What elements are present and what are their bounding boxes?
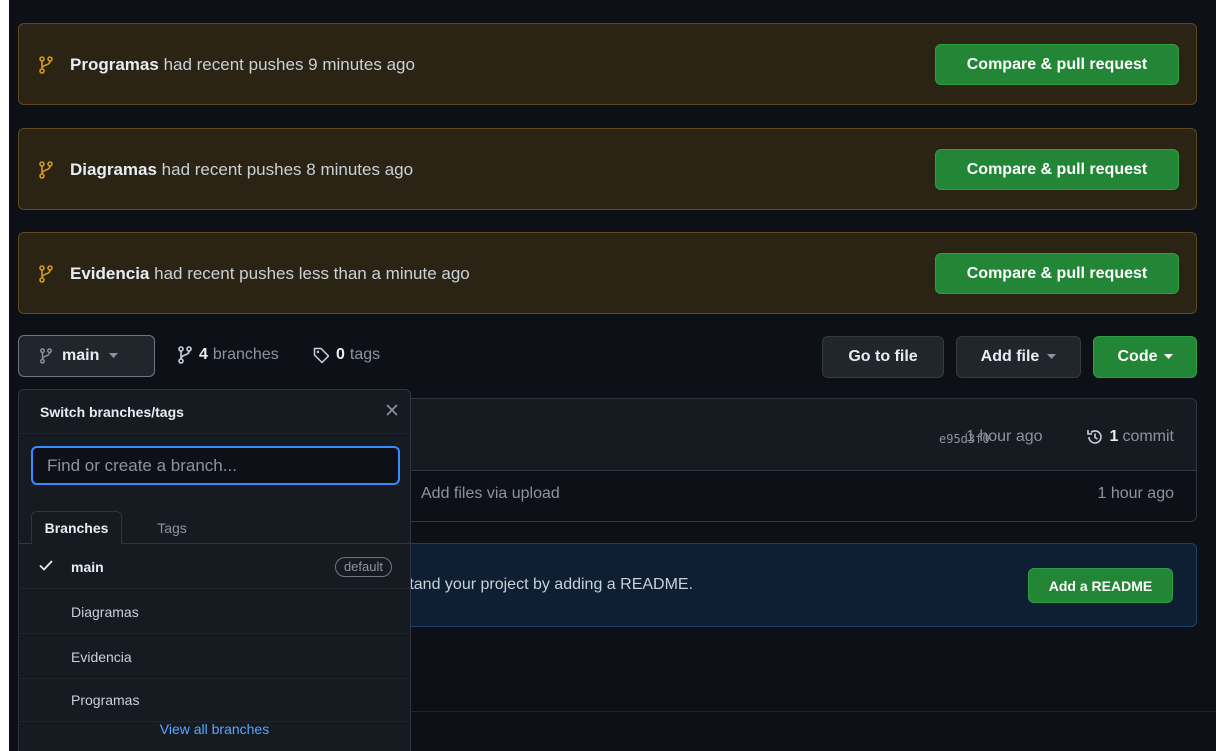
file-listing: e95d3f0 1 hour ago 1 commit Add files vi… [410, 398, 1197, 522]
branches-label: branches [212, 346, 279, 363]
commit-time: 1 hour ago [966, 428, 1043, 445]
banner-message: had recent pushes 8 minutes ago [161, 160, 414, 179]
branch-search-input[interactable] [31, 446, 400, 485]
git-branch-icon [38, 56, 54, 74]
recent-push-banner-diagramas: Diagramas had recent pushes 8 minutes ag… [18, 128, 1197, 210]
git-branch-icon [177, 346, 193, 364]
branch-item-main[interactable]: main default [19, 545, 410, 589]
tab-tags[interactable]: Tags [137, 511, 207, 545]
dropdown-title: Switch branches/tags [40, 404, 184, 420]
banner-branch-name[interactable]: Programas [70, 55, 159, 74]
recent-push-banner-evidencia: Evidencia had recent pushes less than a … [18, 232, 1197, 314]
tags-link[interactable]: 0 tags [313, 346, 380, 364]
compare-pull-request-button[interactable]: Compare & pull request [935, 149, 1179, 190]
code-button[interactable]: Code [1093, 336, 1197, 378]
add-readme-button[interactable]: Add a README [1028, 568, 1173, 603]
code-label: Code [1117, 348, 1158, 365]
git-branch-icon [39, 348, 53, 364]
branch-name: Programas [71, 692, 140, 708]
close-icon[interactable] [386, 404, 398, 416]
caret-down-icon [109, 353, 119, 359]
banner-message: had recent pushes 9 minutes ago [163, 55, 415, 74]
window-edge [0, 0, 9, 751]
check-icon [39, 560, 53, 571]
branch-name: Evidencia [71, 649, 132, 665]
banner-message: had recent pushes less than a minute ago [154, 264, 470, 283]
branch-item-diagramas[interactable]: Diagramas [19, 590, 410, 634]
divider [410, 711, 1216, 712]
readme-prompt: rstand your project by adding a README. … [396, 543, 1197, 627]
git-branch-icon [38, 265, 54, 283]
branch-name: Diagramas [71, 604, 139, 620]
banner-branch-name[interactable]: Diagramas [70, 160, 157, 179]
tags-label: tags [349, 346, 381, 363]
caret-down-icon [1047, 354, 1057, 360]
commits-link[interactable]: 1 commit [1086, 428, 1174, 446]
dropdown-tabs: Branches Tags [19, 499, 410, 545]
add-file-label: Add file [980, 348, 1040, 365]
branches-link[interactable]: 4 branches [177, 346, 279, 364]
default-badge: default [334, 557, 392, 577]
branch-select-button[interactable]: main [18, 335, 155, 377]
file-commit-time: 1 hour ago [1097, 485, 1174, 502]
tag-icon [313, 347, 330, 364]
readme-prompt-text: rstand your project by adding a README. [396, 576, 694, 593]
history-icon [1086, 428, 1104, 446]
branches-count: 4 [199, 346, 208, 363]
branch-name: main [71, 559, 104, 575]
tab-branches[interactable]: Branches [31, 511, 122, 545]
commit-message[interactable]: Add files via upload [421, 485, 560, 503]
go-to-file-button[interactable]: Go to file [822, 336, 944, 378]
current-branch-label: main [62, 347, 100, 364]
recent-push-banner-programas: Programas had recent pushes 9 minutes ag… [18, 23, 1197, 105]
branch-item-programas[interactable]: Programas [19, 678, 410, 722]
tags-count: 0 [336, 346, 345, 363]
dropdown-header: Switch branches/tags [19, 390, 410, 434]
compare-pull-request-button[interactable]: Compare & pull request [935, 253, 1179, 294]
latest-commit-header [410, 399, 1196, 471]
view-all-branches-link[interactable]: View all branches [19, 721, 410, 737]
caret-down-icon [1163, 354, 1173, 360]
banner-branch-name[interactable]: Evidencia [70, 264, 149, 283]
compare-pull-request-button[interactable]: Compare & pull request [935, 44, 1179, 85]
commits-label: commit [1122, 428, 1174, 445]
commits-count: 1 [1109, 428, 1119, 445]
add-file-button[interactable]: Add file [956, 336, 1081, 378]
branch-item-evidencia[interactable]: Evidencia [19, 635, 410, 679]
branch-switcher-dropdown: Switch branches/tags Branches Tags main … [18, 389, 411, 751]
git-branch-icon [38, 161, 54, 179]
